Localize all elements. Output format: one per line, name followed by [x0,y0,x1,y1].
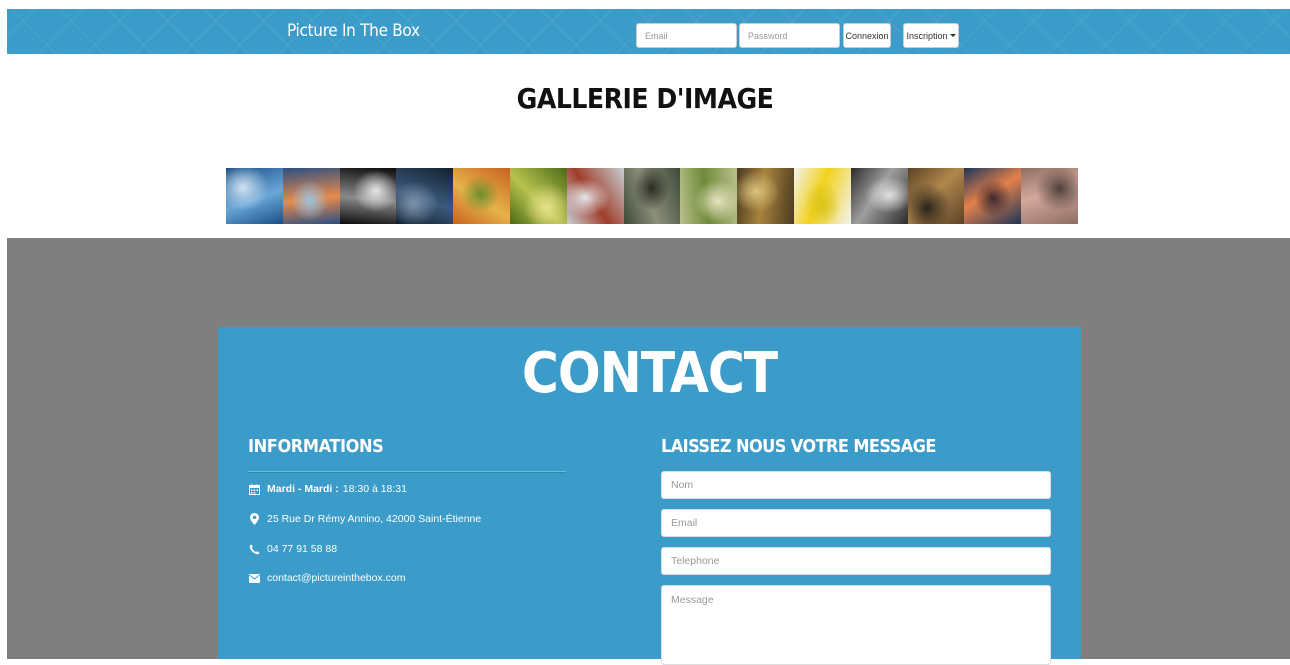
ice-sunset-photo[interactable] [282,168,340,224]
gallery-thumbnails [226,168,1078,224]
map-marker-icon [248,513,260,525]
login-password-input[interactable] [739,23,840,48]
brand-logo[interactable]: Picture In The Box [287,9,420,54]
golden-gate-fog-photo[interactable] [566,168,624,224]
contact-title: CONTACT [521,341,778,406]
autumn-trees-photo[interactable] [737,168,794,224]
informations-heading: INFORMATIONS [248,436,384,457]
gallery-title: GALLERIE D'IMAGE [516,82,774,115]
email-text[interactable]: contact@pictureinthebox.com [267,572,405,584]
message-heading: LAISSEZ NOUS VOTRE MESSAGE [661,436,936,457]
birds-branch-photo[interactable] [623,168,681,224]
forest-light-photo[interactable] [509,168,567,224]
signup-dropdown-button[interactable]: Inscription [903,23,959,48]
field-sunlight-photo[interactable] [907,168,965,224]
hummingbird-photo[interactable] [680,168,738,224]
address-text: 25 Rue Dr Rémy Annino, 42000 Saint-Étien… [267,513,482,525]
login-button[interactable]: Connexion [843,23,891,48]
dark-seascape-photo[interactable] [396,168,454,224]
signup-button-label: Inscription [906,30,948,41]
hours-value: 18:30 à 18:31 [342,483,407,495]
autumn-blur-photo[interactable] [453,168,510,224]
phone-icon [248,543,260,555]
phone: 04 77 91 58 88 [248,543,337,555]
hours-label: Mardi - Mardi : [267,483,339,495]
yellow-flower-photo[interactable] [793,168,851,224]
bw-bench-photo[interactable] [339,168,397,224]
lake-reflection-photo[interactable] [226,168,283,224]
message-textarea[interactable] [661,585,1051,665]
pier-sunset-photo[interactable] [964,168,1022,224]
calendar-icon [248,483,260,495]
canal-city-photo[interactable] [1021,168,1078,224]
bw-street-photo[interactable] [850,168,908,224]
telephone-input[interactable] [661,547,1051,575]
caret-down-icon [949,34,956,37]
login-button-label: Connexion [845,30,889,41]
phone-text: 04 77 91 58 88 [267,543,338,555]
informations-divider [248,471,566,473]
email-input[interactable] [661,509,1051,537]
email: contact@pictureinthebox.com [248,572,405,584]
contact-panel: CONTACT INFORMATIONS Mardi - Mardi : 18:… [218,327,1081,665]
top-navbar: Picture In The Box Connexion Inscription [7,9,1290,54]
envelope-icon [248,572,260,584]
name-input[interactable] [661,471,1051,499]
opening-hours: Mardi - Mardi : 18:30 à 18:31 [248,483,407,495]
login-email-input[interactable] [636,23,737,48]
address: 25 Rue Dr Rémy Annino, 42000 Saint-Étien… [248,513,481,525]
